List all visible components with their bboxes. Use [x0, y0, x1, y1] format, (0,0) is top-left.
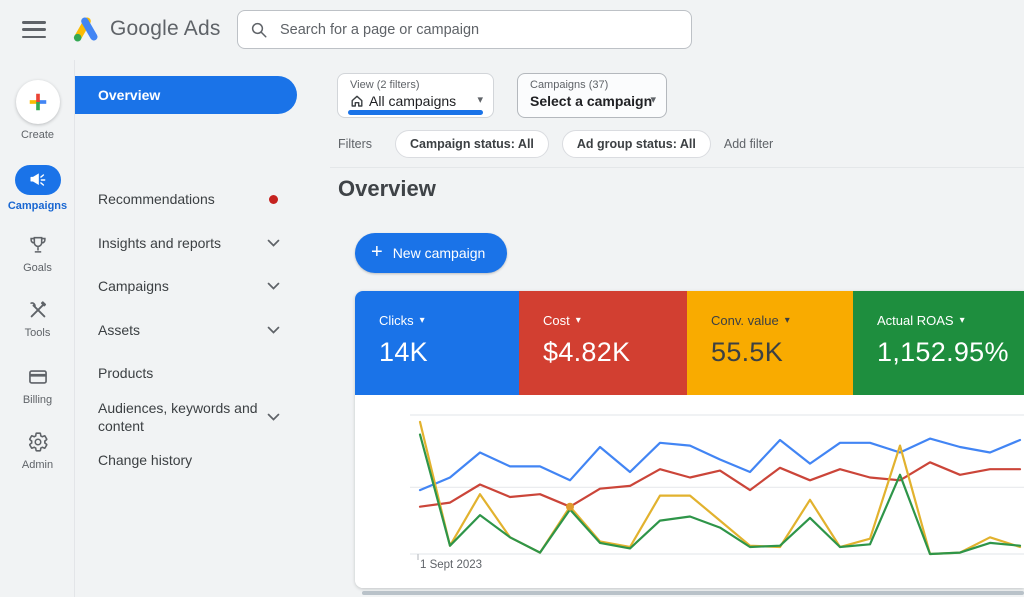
- chevron-down-icon: [267, 326, 280, 334]
- overview-summary-card: Clicks ▾ 14K Cost ▾ $4.82K Conv. value ▾ 55…: [355, 291, 1024, 588]
- chevron-down-icon: [267, 239, 280, 247]
- dropdown-arrow-icon: ▾: [650, 94, 656, 106]
- rail-item-campaigns[interactable]: Campaigns: [0, 165, 75, 212]
- filter-chip-ad-group-status[interactable]: Ad group status: All: [561, 130, 711, 158]
- filters-label: Filters: [338, 137, 373, 151]
- search-input[interactable]: [280, 21, 679, 38]
- top-bar: Google Ads: [0, 0, 1024, 60]
- active-view-indicator: [348, 110, 483, 115]
- scorecard-cost[interactable]: Cost ▾ $4.82K: [519, 291, 687, 395]
- view-selector-dropdown[interactable]: View (2 filters) All campaigns ▾: [337, 73, 494, 118]
- sidebar-item-assets[interactable]: Assets: [76, 316, 330, 344]
- gear-icon: [28, 432, 48, 452]
- scorecard-value: 1,152.95%: [877, 337, 1009, 367]
- sidebar-item-products[interactable]: Products: [76, 359, 330, 387]
- scorecard-value: $4.82K: [543, 337, 631, 367]
- sidebar-item-campaigns[interactable]: Campaigns: [76, 272, 330, 300]
- scorecard-conv-value[interactable]: Conv. value ▾ 55.5K: [687, 291, 853, 395]
- sidebar-item-overview[interactable]: Overview: [75, 76, 297, 114]
- search-box[interactable]: [237, 10, 692, 49]
- google-ads-app: Google Ads Create: [0, 0, 1024, 597]
- billing-card-icon: [28, 370, 47, 384]
- google-ads-logo-icon: [73, 17, 98, 42]
- sidebar-item-insights-and-reports[interactable]: Insights and reports: [76, 229, 330, 257]
- chevron-down-icon: [267, 282, 280, 290]
- app-title: Google Ads: [110, 17, 221, 40]
- megaphone-icon: [30, 173, 45, 186]
- rail-item-tools[interactable]: Tools: [0, 298, 75, 339]
- notification-dot: [269, 194, 278, 204]
- performance-line-chart[interactable]: 1 Sept 2023: [355, 395, 1024, 588]
- search-icon: [251, 22, 267, 37]
- scorecard-value: 55.5K: [711, 337, 784, 367]
- sidebar-item-change-history[interactable]: Change history: [76, 446, 330, 474]
- chevron-down-icon: [267, 413, 280, 421]
- dropdown-arrow-icon: ▾: [959, 315, 965, 326]
- icon-rail: Create Campaigns Goals Tools Billing Adm…: [0, 60, 75, 597]
- menu-icon[interactable]: [22, 21, 46, 39]
- scorecard-clicks[interactable]: Clicks ▾ 14K: [355, 291, 519, 395]
- home-icon: [351, 95, 363, 107]
- plus-icon: +: [371, 241, 383, 263]
- horizontal-scrollbar[interactable]: [362, 591, 1024, 595]
- scorecard-strip: Clicks ▾ 14K Cost ▾ $4.82K Conv. value ▾ 55…: [355, 291, 1024, 395]
- page-title: Overview: [338, 176, 436, 201]
- rail-item-admin[interactable]: Admin: [0, 430, 75, 471]
- rail-item-billing[interactable]: Billing: [0, 365, 75, 406]
- side-nav: Overview Recommendations Insights and re…: [75, 60, 330, 597]
- campaign-selector-dropdown[interactable]: Campaigns (37) Select a campaign ▾: [517, 73, 667, 118]
- line-chart-canvas: [410, 414, 1024, 560]
- rail-item-create[interactable]: Create: [0, 80, 75, 141]
- dropdown-arrow-icon: ▾: [575, 315, 581, 326]
- rail-item-goals[interactable]: Goals: [0, 233, 75, 274]
- x-axis-start-label: 1 Sept 2023: [420, 559, 483, 571]
- dropdown-arrow-icon: ▾: [477, 94, 483, 106]
- filter-chip-campaign-status[interactable]: Campaign status: All: [395, 130, 549, 158]
- trophy-icon: [29, 236, 46, 253]
- scorecard-value: 14K: [379, 337, 428, 367]
- add-filter-button[interactable]: Add filter: [724, 137, 773, 151]
- plus-icon: [29, 93, 46, 111]
- dropdown-arrow-icon: ▾: [784, 315, 790, 326]
- divider: [330, 167, 1024, 168]
- filters-bar: Filters Campaign status: All Ad group st…: [338, 130, 773, 158]
- tools-icon: [29, 301, 46, 318]
- dropdown-arrow-icon: ▾: [419, 315, 425, 326]
- sidebar-item-recommendations[interactable]: Recommendations: [76, 185, 330, 213]
- sidebar-item-audiences-keywords-content[interactable]: Audiences, keywords and content: [76, 395, 330, 439]
- scorecard-actual-roas[interactable]: Actual ROAS ▾ 1,152.95%: [853, 291, 1024, 395]
- new-campaign-button[interactable]: + New campaign: [355, 233, 508, 273]
